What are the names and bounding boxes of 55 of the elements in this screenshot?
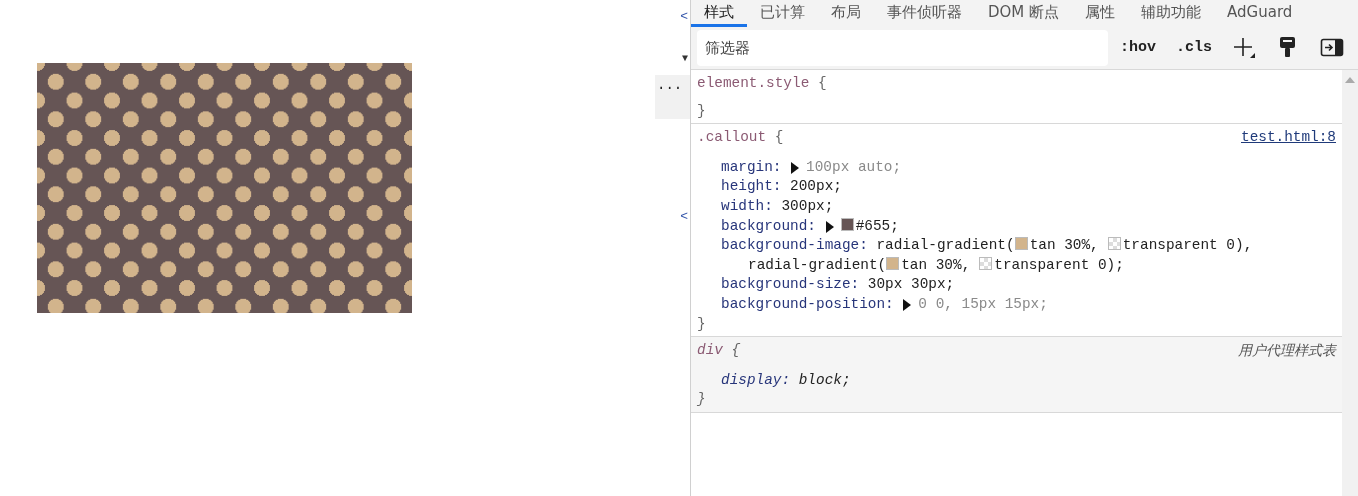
tag-marker: < xyxy=(680,210,688,223)
property-name: background-position: xyxy=(721,295,894,312)
scrollbar[interactable] xyxy=(1342,70,1358,496)
property-value: radial-gradient( xyxy=(876,237,1015,254)
tab[interactable]: 属性 xyxy=(1072,0,1129,27)
tag-marker: < xyxy=(680,10,688,23)
property-name: margin: xyxy=(721,158,782,175)
transparent-swatch[interactable] xyxy=(979,256,993,270)
property-value: tan 30%, xyxy=(901,256,971,273)
property-value: tan 30%, xyxy=(1029,237,1099,254)
open-brace: { xyxy=(774,129,784,146)
transparent-swatch[interactable] xyxy=(1107,237,1121,251)
property-value: 300px; xyxy=(781,197,834,214)
stylesheet-label: 用户代理样式表 xyxy=(1238,341,1336,361)
color-swatch[interactable] xyxy=(1014,237,1028,251)
close-brace: } xyxy=(697,391,706,408)
property-value: radial-gradient( xyxy=(748,256,887,273)
property-value: #655; xyxy=(855,217,899,234)
hover-state-button[interactable]: :hov xyxy=(1111,34,1164,62)
tab[interactable]: 事件侦听器 xyxy=(874,0,975,27)
property-value: 100px auto; xyxy=(806,158,902,175)
expand-arrow-icon[interactable] xyxy=(824,220,835,233)
property-name: width: xyxy=(721,197,773,214)
property-name: height: xyxy=(721,178,782,195)
css-selector: element.style xyxy=(697,75,810,91)
tab[interactable]: DOM 断点 xyxy=(975,0,1073,27)
property-name: display: xyxy=(721,371,791,388)
property-name: background: xyxy=(721,217,816,234)
property-value: 30px 30px; xyxy=(867,276,955,293)
tab[interactable]: 辅助功能 xyxy=(1128,0,1215,27)
open-brace: { xyxy=(731,342,741,359)
expand-arrow-icon[interactable] xyxy=(902,299,913,312)
open-brace: { xyxy=(817,75,827,91)
tab[interactable]: 已计算 xyxy=(747,0,818,27)
property-name: background-image: xyxy=(721,237,868,254)
property-value: transparent 0); xyxy=(994,256,1124,273)
property-value: transparent 0), xyxy=(1122,237,1253,254)
class-button[interactable]: .cls xyxy=(1168,34,1220,62)
property-value: block; xyxy=(798,371,851,388)
tab[interactable]: AdGuard xyxy=(1214,0,1306,27)
source-link[interactable]: test.html:8 xyxy=(1241,128,1336,148)
expand-arrow[interactable]: ▼ xyxy=(682,54,688,64)
css-selector: div xyxy=(697,342,723,359)
close-brace: } xyxy=(697,102,706,119)
add-rule-icon[interactable] xyxy=(1232,36,1256,60)
close-brace: } xyxy=(697,315,706,332)
property-value: 0 0, 15px 15px; xyxy=(918,295,1048,312)
css-selector: .callout xyxy=(697,129,767,146)
color-swatch[interactable] xyxy=(886,256,900,270)
property-name: background-size: xyxy=(721,276,860,293)
expand-arrow-icon[interactable] xyxy=(790,162,801,174)
color-swatch[interactable] xyxy=(840,217,854,231)
property-value: 200px; xyxy=(790,178,842,195)
filter-field[interactable]: 筛选器 xyxy=(697,30,1108,66)
tab[interactable]: 布局 xyxy=(818,0,874,27)
